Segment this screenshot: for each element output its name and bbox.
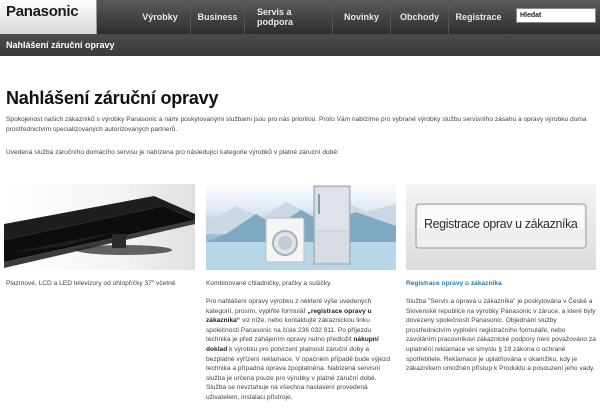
nav-item-registrace[interactable]: Registrace [448, 0, 508, 34]
service-terms-text: Služba "Servis a oprava u zákazníka" je … [406, 298, 596, 373]
appliances-caption: Kombinované chladničky, pračky a sušičky… [206, 280, 332, 287]
registration-banner[interactable]: Registrace oprav u zákazníka [406, 184, 596, 270]
service-terms: Služba "Servis a oprava u zákazníka" je … [406, 297, 596, 374]
page-title: Nahlášení záruční opravy [6, 88, 219, 108]
appliances-illustration [206, 185, 396, 270]
nav-item-novinky[interactable]: Novinky [332, 0, 390, 34]
repair-instructions: Pro nahlášení opravy výrobku z některé v… [206, 297, 390, 403]
tv-product-image[interactable] [4, 184, 195, 270]
registration-link[interactable]: Registrace opravy u zákazníka [406, 279, 596, 288]
tv-illustration [4, 196, 195, 268]
repair-text-3: k výrobku pro potvrzení platnosti záručn… [206, 345, 390, 401]
tv-caption: Plazmové, LCD a LED televizory od úhlopř… [6, 280, 176, 287]
intro-text: Spokojenost našich zákazníků s výrobky P… [6, 116, 587, 133]
search-input[interactable]: Hledat [516, 8, 596, 23]
nav-item-servis[interactable]: Servis a podpora [244, 0, 332, 34]
top-navigation-bar: Panasonic Výrobky Business Servis a podp… [0, 0, 600, 34]
intro-categories-text: Uvedená služba záručního domácího servis… [6, 149, 339, 156]
main-nav: Výrobky Business Servis a podpora Novink… [130, 0, 508, 34]
breadcrumb: Nahlášení záruční opravy [6, 40, 115, 50]
appliances-product-image[interactable] [206, 184, 396, 270]
breadcrumb-bar: Nahlášení záruční opravy [0, 34, 600, 56]
nav-item-obchody[interactable]: Obchody [390, 0, 448, 34]
nav-item-business[interactable]: Business [190, 0, 244, 34]
registration-banner-text: Registrace oprav u zákazníka [424, 217, 578, 231]
nav-item-vyrobky[interactable]: Výrobky [130, 0, 190, 34]
panasonic-logo[interactable]: Panasonic [0, 0, 97, 34]
logo-text: Panasonic [6, 3, 79, 20]
